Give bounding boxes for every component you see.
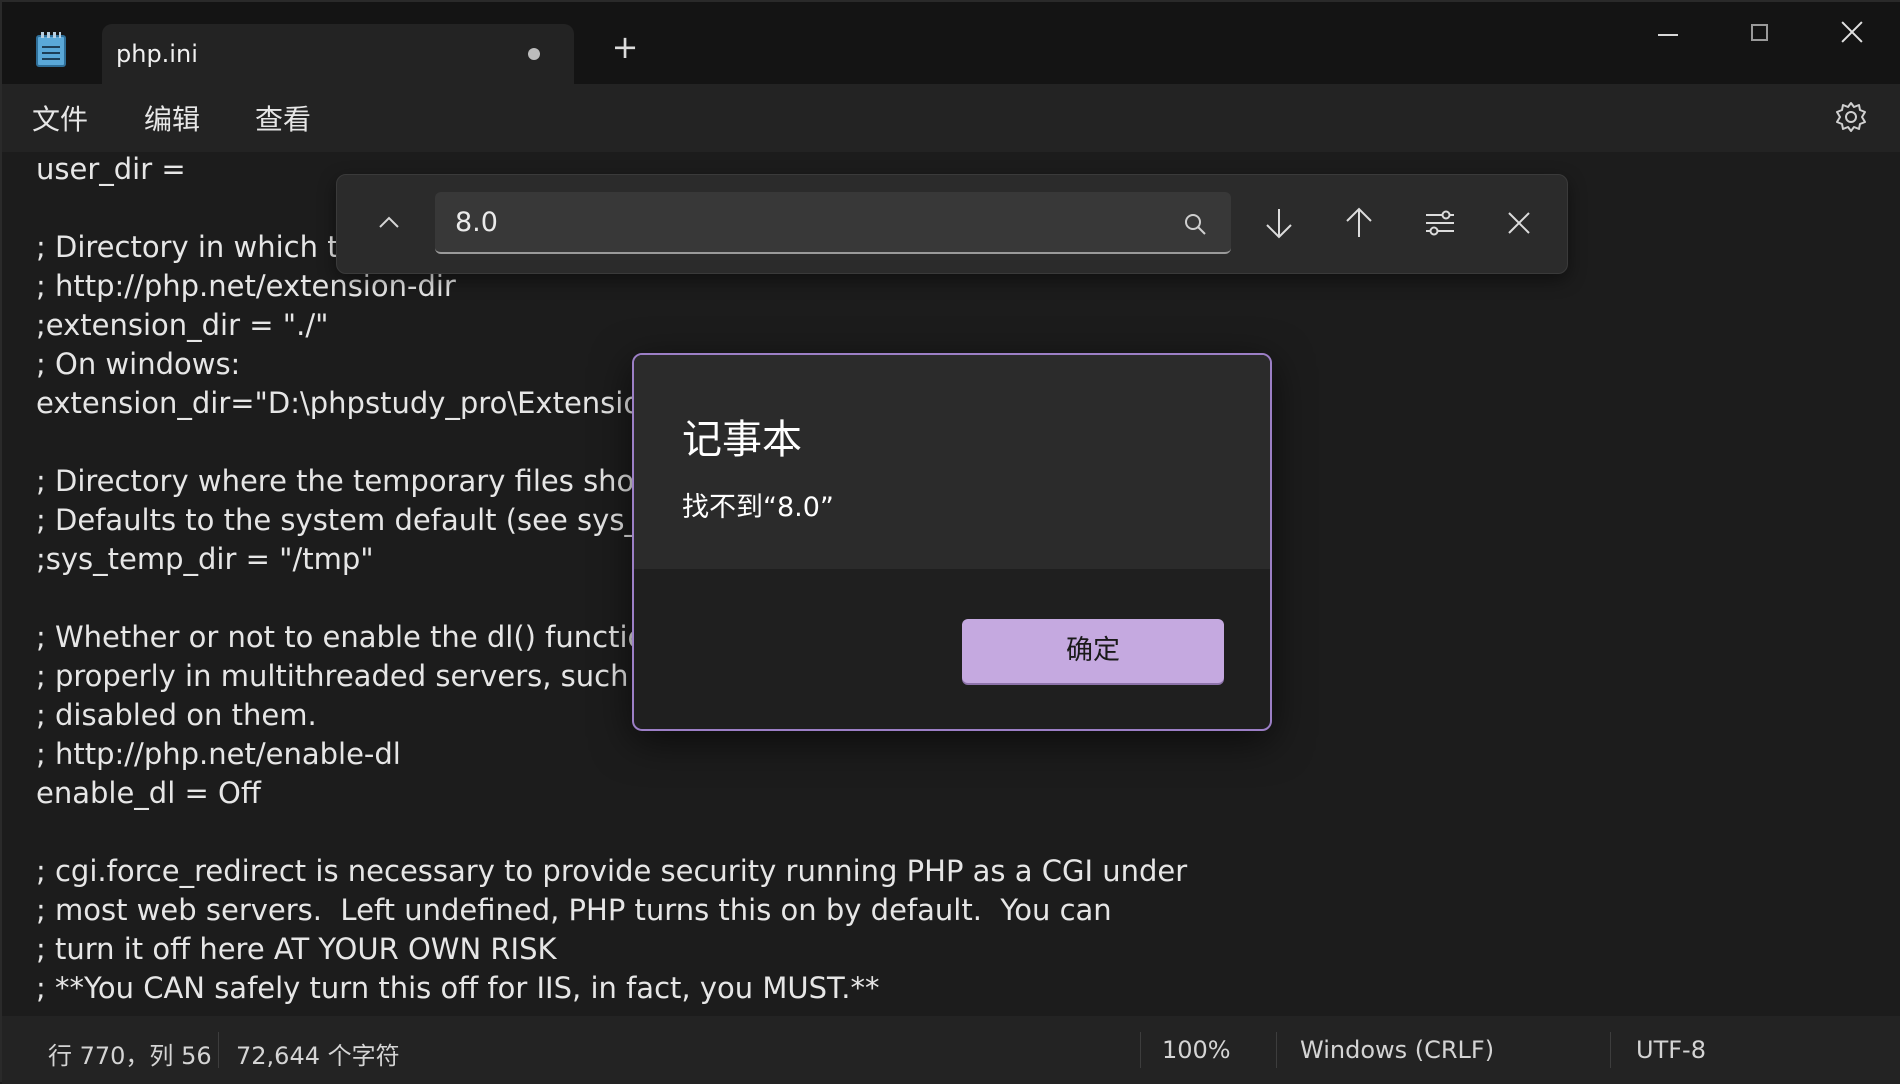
search-icon[interactable] bbox=[1181, 210, 1209, 238]
not-found-dialog: 记事本 找不到“8.0” 确定 bbox=[632, 353, 1272, 731]
menu-edit[interactable]: 编辑 bbox=[144, 98, 200, 138]
editor-line: ; most web servers. Left undefined, PHP … bbox=[36, 893, 1112, 927]
dialog-content: 记事本 找不到“8.0” bbox=[634, 355, 1270, 569]
unsaved-dot-icon[interactable] bbox=[528, 48, 540, 60]
find-previous-arrow-up-icon[interactable] bbox=[1335, 199, 1383, 247]
editor-line: ; Directory in which th bbox=[36, 230, 357, 264]
editor-line: extension_dir="D:\phpstudy_pro\Extension… bbox=[36, 386, 675, 420]
cursor-position: 行 770，列 56 bbox=[48, 1042, 212, 1070]
close-find-icon[interactable] bbox=[1495, 199, 1543, 247]
dialog-message: 找不到“8.0” bbox=[682, 492, 834, 523]
editor-line: ; cgi.force_redirect is necessary to pro… bbox=[36, 854, 1188, 888]
menu-view[interactable]: 查看 bbox=[255, 98, 311, 138]
editor-line: user_dir = bbox=[36, 152, 186, 186]
editor-line: enable_dl = Off bbox=[36, 776, 261, 810]
editor-line: ; http://php.net/enable-dl bbox=[36, 737, 401, 771]
editor-line: ; Defaults to the system default (see sy… bbox=[36, 503, 687, 537]
editor-line: ; On windows: bbox=[36, 347, 241, 381]
title-bar: php.ini + bbox=[2, 2, 1900, 84]
status-divider bbox=[1276, 1032, 1277, 1068]
editor-line: ;sys_temp_dir = "/tmp" bbox=[36, 542, 374, 576]
minimize-button[interactable] bbox=[1646, 12, 1690, 56]
editor-line: ; **You CAN safely turn this off for IIS… bbox=[36, 971, 880, 1005]
find-panel: 8.0 bbox=[336, 174, 1568, 274]
zoom-level[interactable]: 100% bbox=[1162, 1036, 1231, 1064]
tab-php-ini[interactable]: php.ini bbox=[102, 24, 574, 84]
maximize-button[interactable] bbox=[1738, 12, 1782, 56]
close-window-button[interactable] bbox=[1830, 12, 1874, 56]
new-tab-button[interactable]: + bbox=[610, 31, 640, 63]
editor-line: ; turn it off here AT YOUR OWN RISK bbox=[36, 932, 557, 966]
settings-gear-icon[interactable] bbox=[1834, 100, 1868, 134]
editor-line: ; disabled on them. bbox=[36, 698, 317, 732]
character-count: 72,644 个字符 bbox=[236, 1042, 400, 1070]
status-divider bbox=[218, 1032, 219, 1068]
line-ending[interactable]: Windows (CRLF) bbox=[1300, 1036, 1494, 1064]
notepad-icon bbox=[36, 32, 66, 67]
find-input[interactable]: 8.0 bbox=[435, 192, 1231, 254]
encoding[interactable]: UTF-8 bbox=[1636, 1036, 1706, 1064]
notepad-window: php.ini + 文件 编辑 查看 user_dir = ; Director… bbox=[0, 0, 1900, 1084]
menu-file[interactable]: 文件 bbox=[32, 98, 88, 138]
ok-button[interactable]: 确定 bbox=[962, 619, 1224, 683]
find-next-arrow-down-icon[interactable] bbox=[1255, 199, 1303, 247]
status-divider bbox=[1610, 1032, 1611, 1068]
find-input-value: 8.0 bbox=[455, 207, 498, 238]
editor-line: ; Whether or not to enable the dl() func… bbox=[36, 620, 664, 654]
find-options-sliders-icon[interactable] bbox=[1416, 199, 1464, 247]
dialog-title: 记事本 bbox=[682, 417, 802, 463]
editor-line: ; http://php.net/extension-dir bbox=[36, 269, 456, 303]
tab-title: php.ini bbox=[116, 40, 198, 68]
editor-line: ; properly in multithreaded servers, suc… bbox=[36, 659, 671, 693]
status-bar: 行 770，列 56 72,644 个字符 100% Windows (CRLF… bbox=[2, 1016, 1900, 1084]
menu-bar: 文件 编辑 查看 bbox=[2, 84, 1900, 152]
status-divider bbox=[1140, 1032, 1141, 1068]
collapse-chevron-up-icon[interactable] bbox=[367, 201, 411, 245]
editor-line: ; Directory where the temporary files sh… bbox=[36, 464, 680, 498]
editor-line: ;extension_dir = "./" bbox=[36, 308, 329, 342]
